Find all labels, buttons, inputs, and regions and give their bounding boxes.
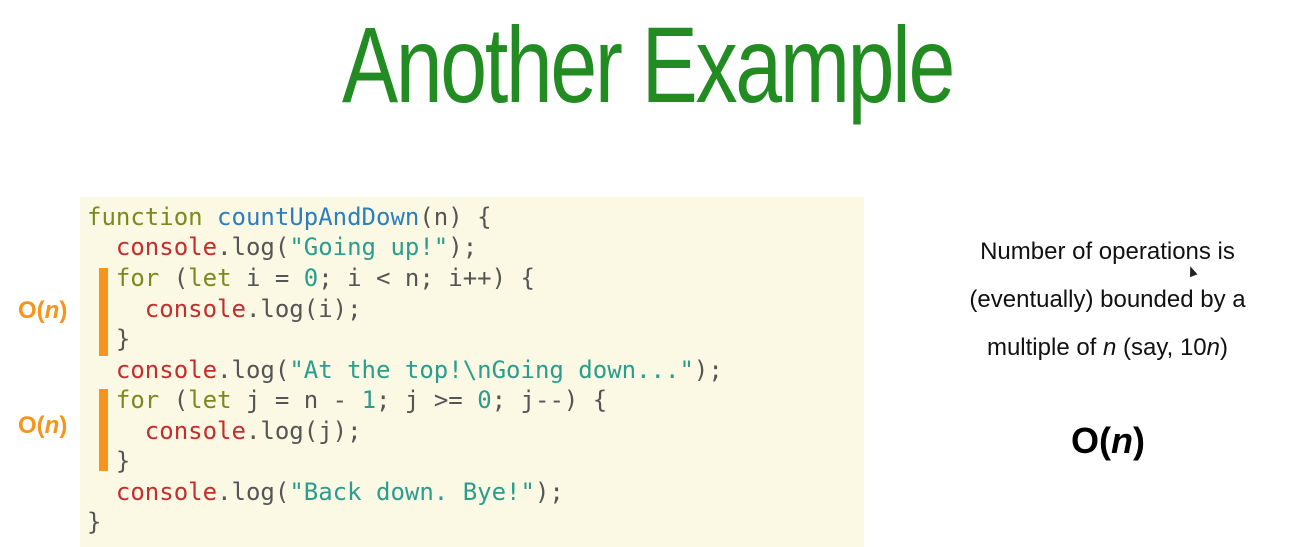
overall-complexity: O(n) (1048, 420, 1168, 462)
console-object: console (144, 417, 246, 445)
loop-2-bracket-bar (99, 389, 108, 471)
code-text: ); (534, 478, 564, 506)
code-text: ; j--) { (491, 386, 608, 414)
keyword: function (87, 203, 203, 231)
explanation-fragment: (say, 10 (1116, 334, 1207, 361)
loop-2-complexity-label: O(n) (18, 412, 67, 440)
string-literal: "Back down. Bye!" (289, 478, 535, 506)
explanation-variable: n (1206, 334, 1221, 361)
label-text: ) (59, 412, 68, 439)
label-text: O( (18, 297, 45, 324)
keyword: let (188, 264, 232, 292)
keyword: for (115, 386, 160, 414)
code-text: .log( (217, 233, 290, 261)
code-text: ; i < n; i++) { (318, 264, 535, 292)
explanation-line-2: (eventually) bounded by a (969, 286, 1246, 313)
console-object: console (115, 233, 218, 261)
code-line-6: console.log("At the top!\nGoing down..."… (87, 355, 723, 385)
code-text: } (115, 447, 131, 475)
code-text: } (115, 325, 131, 353)
code-text: ; j >= (376, 386, 478, 414)
explanation-variable: n (1103, 334, 1117, 361)
label-variable: n (44, 412, 60, 439)
result-text: O( (1071, 420, 1111, 461)
explanation-fragment: multiple of (986, 334, 1104, 361)
code-text: ); (693, 356, 723, 384)
label-text: ) (59, 297, 68, 324)
explanation-text: Number of operations is (eventually) bou… (915, 228, 1295, 372)
code-text: } (87, 508, 102, 536)
loop-1-bracket-bar (99, 268, 108, 356)
keyword: for (115, 264, 160, 292)
result-variable: n (1111, 420, 1133, 461)
code-text: ( (159, 264, 189, 292)
code-line-9: } (87, 446, 130, 476)
code-line-5: } (87, 324, 130, 354)
string-literal: "Going up!" (289, 233, 449, 261)
console-object: console (115, 478, 218, 506)
code-text: j = n - (231, 386, 362, 414)
slide-title: Another Example (341, 4, 955, 125)
code-text: (n) { (419, 203, 492, 231)
console-object: console (144, 295, 246, 323)
label-text: O( (18, 412, 45, 439)
keyword: let (188, 386, 232, 414)
code-text: .log( (217, 478, 290, 506)
result-text: ) (1133, 420, 1145, 461)
code-line-3: for (let i = 0; i < n; i++) { (87, 263, 535, 293)
code-text: .log( (217, 356, 290, 384)
number-literal: 0 (303, 264, 319, 292)
code-block: function countUpAndDown(n) { console.log… (80, 197, 864, 547)
number-literal: 0 (477, 386, 492, 414)
code-text: ( (159, 386, 189, 414)
code-text: i = (231, 264, 304, 292)
code-line-7: for (let j = n - 1; j >= 0; j--) { (87, 385, 607, 415)
code-text: ); (448, 233, 478, 261)
function-name: countUpAndDown (217, 203, 420, 231)
loop-1-complexity-label: O(n) (18, 297, 67, 325)
code-line-4: console.log(i); (87, 294, 362, 324)
code-line-8: console.log(j); (87, 416, 362, 446)
explanation-fragment: ) (1220, 334, 1229, 361)
code-text: .log(j); (245, 417, 362, 445)
code-line-10: console.log("Back down. Bye!"); (87, 477, 564, 507)
code-line-2: console.log("Going up!"); (87, 232, 477, 262)
number-literal: 1 (361, 386, 377, 414)
code-line-11: } (87, 507, 101, 537)
explanation-line-1: Number of operations is (980, 238, 1235, 265)
console-object: console (115, 356, 218, 384)
code-text: .log(i); (245, 295, 362, 323)
label-variable: n (44, 297, 60, 324)
code-line-1: function countUpAndDown(n) { (87, 202, 492, 232)
string-literal: "At the top!\nGoing down..." (289, 356, 694, 384)
explanation-line-3: multiple of n (say, 10n) (915, 324, 1295, 372)
